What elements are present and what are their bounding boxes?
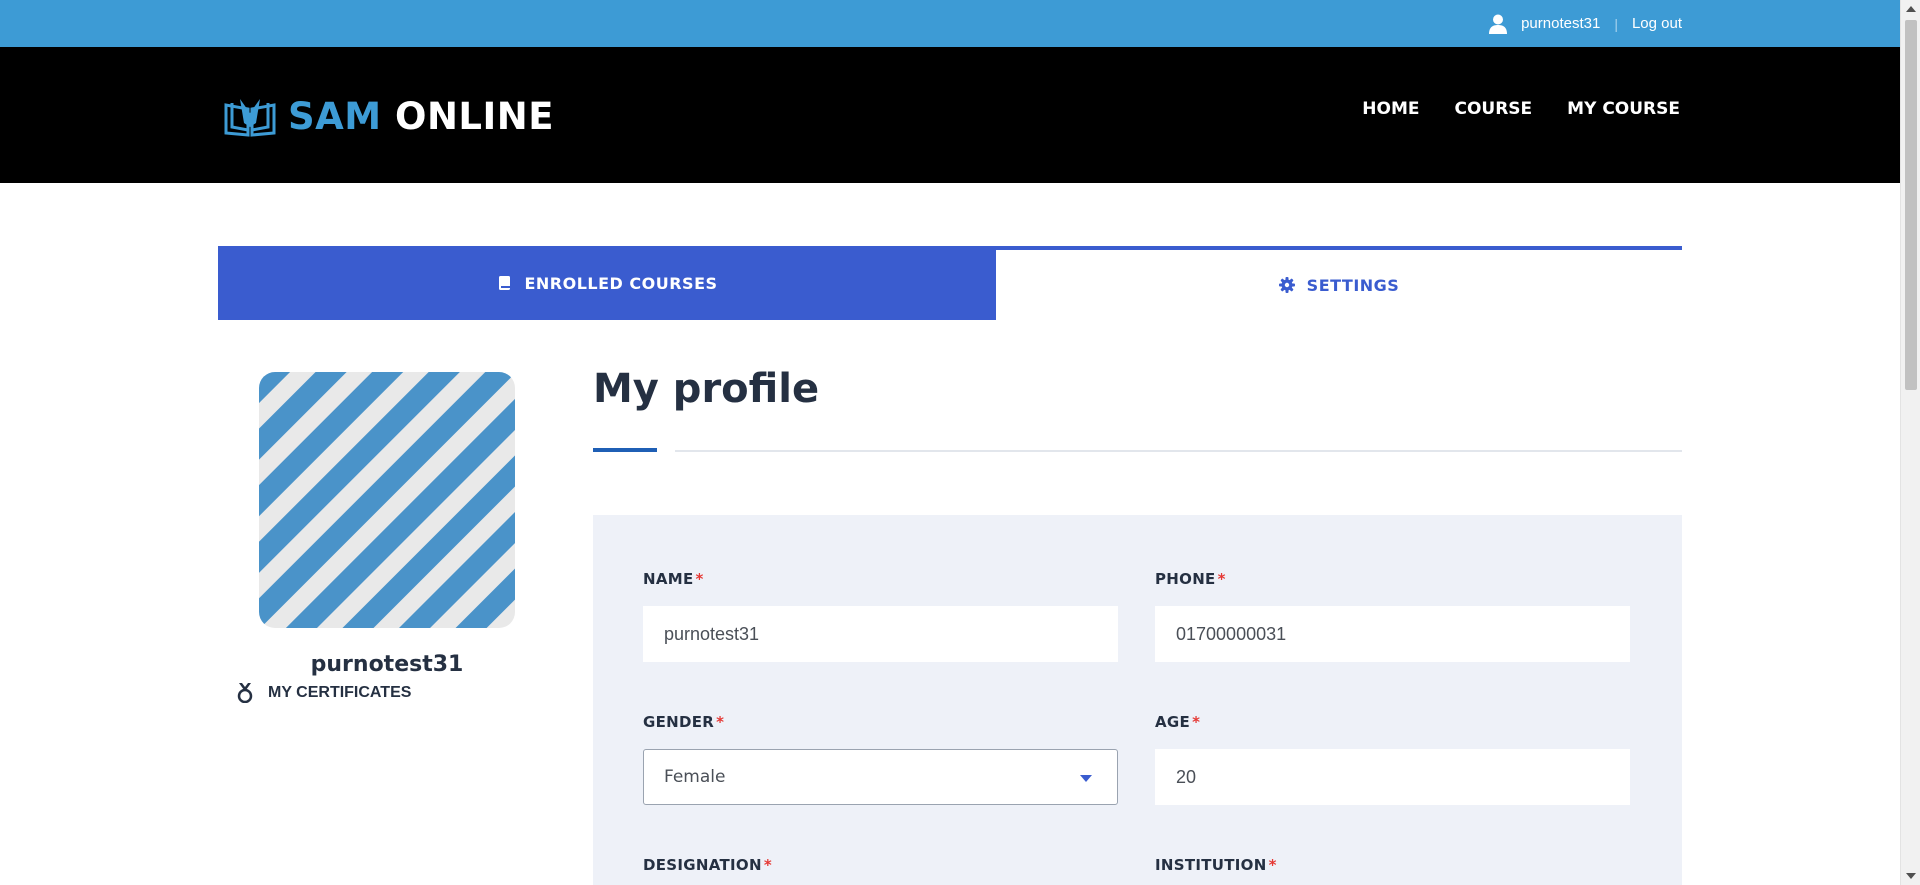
title-divider [675, 450, 1682, 452]
title-accent-line [593, 448, 657, 452]
gender-selected-value: Female [664, 767, 726, 787]
main-nav: HOME COURSE MY COURSE [1362, 99, 1680, 119]
age-label: AGE * [1155, 713, 1201, 731]
gear-icon [1278, 277, 1295, 293]
tab-settings[interactable]: SETTINGS [996, 246, 1682, 320]
required-marker: * [1268, 856, 1277, 874]
my-certificates-link[interactable]: MY CERTIFICATES [236, 683, 412, 704]
topbar-username-link[interactable]: purnotest31 [1521, 15, 1600, 32]
tab-enrolled-courses[interactable]: ENROLLED COURSES [218, 246, 996, 320]
book-icon [496, 275, 512, 291]
designation-label: DESIGNATION * [643, 856, 772, 874]
nav-course[interactable]: COURSE [1454, 99, 1532, 119]
gender-label: GENDER * [643, 713, 725, 731]
page: purnotest31 | Log out SAM ONLINE HOME CO… [0, 0, 1920, 885]
sidebar-username: purnotest31 [310, 652, 464, 677]
gender-select[interactable]: Female [643, 749, 1118, 805]
required-marker: * [763, 856, 772, 874]
age-field[interactable]: 20 [1155, 749, 1630, 805]
main-header: SAM ONLINE HOME COURSE MY COURSE [0, 47, 1900, 183]
logout-link[interactable]: Log out [1632, 15, 1682, 32]
vertical-scrollbar[interactable] [1900, 0, 1920, 885]
profile-form: NAME * purnotest31 PHONE * 01700000031 GEN… [593, 515, 1682, 885]
profile-tabs: ENROLLED COURSES SETTINGS [218, 246, 1682, 320]
chevron-down-icon [1080, 775, 1092, 782]
open-book-icon [224, 97, 276, 137]
phone-label: PHONE * [1155, 570, 1226, 588]
my-certificates-label: MY CERTIFICATES [268, 684, 412, 701]
nav-my-course[interactable]: MY COURSE [1567, 99, 1680, 119]
name-label: NAME * [643, 570, 704, 588]
phone-field[interactable]: 01700000031 [1155, 606, 1630, 662]
scroll-up-arrow-icon[interactable] [1906, 6, 1916, 12]
scroll-thumb[interactable] [1905, 20, 1917, 390]
required-marker: * [716, 713, 725, 731]
institution-label: INSTITUTION * [1155, 856, 1277, 874]
required-marker: * [1192, 713, 1201, 731]
required-marker: * [1217, 570, 1226, 588]
logo-text-online: ONLINE [395, 95, 555, 138]
nav-home[interactable]: HOME [1362, 99, 1419, 119]
required-marker: * [695, 570, 704, 588]
logo-text-sam: SAM [288, 95, 382, 138]
topbar-separator: | [1614, 15, 1618, 32]
logo-text: SAM ONLINE [288, 95, 554, 138]
name-field[interactable]: purnotest31 [643, 606, 1118, 662]
user-icon [1489, 14, 1508, 34]
medal-icon [236, 683, 254, 704]
top-utility-bar: purnotest31 | Log out [0, 0, 1900, 47]
tab-settings-label: SETTINGS [1306, 275, 1400, 295]
tab-enrolled-courses-label: ENROLLED COURSES [524, 273, 718, 293]
site-logo[interactable]: SAM ONLINE [224, 95, 554, 138]
user-menu: purnotest31 | Log out [1489, 0, 1682, 47]
scroll-down-arrow-icon[interactable] [1906, 873, 1916, 879]
avatar [259, 372, 515, 628]
page-title: My profile [593, 366, 820, 412]
